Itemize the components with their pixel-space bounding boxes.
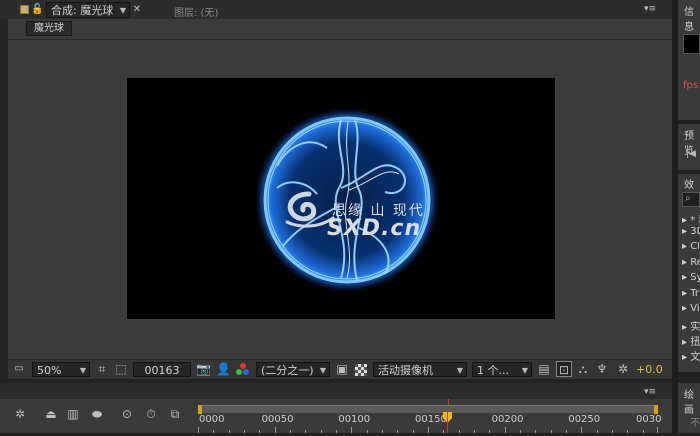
flowchart-icon[interactable]: ♆ [595, 361, 609, 377]
watermark-latin: SXD.cn [327, 216, 422, 241]
chevron-down-icon: ▼ [521, 366, 528, 375]
panel-menu-icon[interactable]: ▾≡ [642, 1, 658, 17]
show-snapshot-icon[interactable]: 👤 [216, 361, 231, 377]
zoom-dropdown[interactable]: 50% ▼ [32, 362, 90, 377]
ruler-label: 00200 [491, 414, 524, 425]
ruler-tick [198, 427, 199, 433]
zoom-value: 50% [37, 364, 62, 377]
region-of-interest-icon[interactable]: ▣ [335, 361, 349, 377]
chevron-down-icon: ▼ [79, 366, 86, 375]
playhead-marker[interactable] [443, 412, 453, 433]
stopwatch-icon[interactable]: ⏱ [142, 406, 160, 424]
draft-3d-icon[interactable]: ⏏ [42, 406, 60, 424]
effects-item-8[interactable]: ▸ 扭 [682, 333, 700, 348]
ruler-tick [351, 427, 353, 433]
exposure-value[interactable]: +0.0 [636, 363, 663, 376]
search-icon: ⌕ [685, 193, 691, 204]
info-color-swatch [683, 34, 700, 54]
ruler-tick [504, 427, 506, 433]
effects-search-field[interactable]: ⌕ [682, 192, 700, 207]
resolution-value: (二分之一) [261, 364, 314, 377]
timeline-panel-menu-icon[interactable]: ▾≡ [642, 384, 658, 398]
always-preview-icon[interactable]: ▭ [12, 361, 26, 377]
work-area-bar[interactable] [198, 405, 658, 414]
first-frame-icon[interactable]: |◀ [684, 146, 698, 162]
chevron-down-icon: ▼ [456, 366, 463, 375]
left-panel-edge [0, 19, 8, 379]
frame-blending-icon[interactable]: ⬬ [88, 406, 106, 424]
work-area-end-handle[interactable] [654, 405, 658, 414]
effects-item-7[interactable]: ▸ 实 [682, 318, 700, 333]
transparency-grid-icon[interactable] [355, 364, 367, 376]
viewer-top-divider [8, 39, 672, 40]
ruler-label: 00050 [261, 414, 294, 425]
playhead-icon [443, 412, 453, 433]
timeline-tab-bar [0, 383, 672, 399]
timeline-icon[interactable]: ⛬ [576, 361, 590, 377]
camera-value: 活动摄像机 [378, 364, 433, 377]
resolution-dropdown[interactable]: (二分之一) ▼ [256, 362, 330, 377]
toggle-pixel-aspect-icon[interactable]: ▤ [537, 361, 551, 377]
views-value: 1 个... [477, 364, 509, 377]
grid-toggle-icon[interactable]: ⌗ [95, 361, 109, 377]
ruler-tick [581, 427, 583, 433]
views-dropdown[interactable]: 1 个... ▼ [472, 362, 532, 377]
composition-canvas[interactable]: 思缘 山 现代 SXD.cn [127, 78, 555, 319]
effects-item-9[interactable]: ▸ 文 [682, 348, 700, 363]
snapshot-camera-icon[interactable]: 📷 [196, 361, 211, 377]
info-fps-label: fps: [683, 80, 700, 91]
close-icon[interactable]: ✕ [131, 2, 143, 17]
chevron-down-icon: ▼ [319, 366, 326, 375]
effects-item-3[interactable]: ▸ Re [682, 257, 700, 268]
effects-item-1[interactable]: ▸ 3D [682, 226, 700, 237]
brush-panel-sub: 不 [690, 418, 700, 429]
timecode-field[interactable]: 00163 [133, 362, 191, 377]
ruler-tick [274, 427, 276, 433]
effects-item-0[interactable]: ▸ * 动 [682, 211, 700, 226]
color-channels-icon[interactable] [236, 363, 250, 377]
ruler-tick [657, 427, 658, 433]
brush-panel-title: 绘画 [684, 390, 694, 416]
hide-shy-layers-icon[interactable]: ▥ [64, 406, 82, 424]
motion-blur-icon[interactable]: ⊙ [118, 406, 136, 424]
graph-editor-icon[interactable]: ⧉ [166, 406, 184, 424]
comp-tab-dropdown-icon[interactable]: ▼ [120, 3, 126, 17]
work-area-start-handle[interactable] [198, 405, 202, 414]
ruler-label: 0030 [636, 414, 662, 425]
magic-orb-image [255, 108, 439, 292]
effects-item-6[interactable]: ▸ Vi [682, 303, 700, 314]
reset-exposure-icon[interactable]: ✲ [616, 361, 630, 377]
ruler-label: 00150 [415, 414, 447, 425]
lock-icon[interactable]: 🔓 [31, 2, 43, 17]
ruler-label: 0000 [199, 414, 225, 425]
fast-preview-icon[interactable]: ⊡ [556, 361, 572, 377]
info-panel-title: 信息 [684, 7, 694, 33]
time-ruler[interactable]: 0000 00050 00100 00150 00200 00250 0030 [198, 414, 662, 433]
ruler-tick [428, 427, 429, 433]
comp-navigator-button[interactable]: 魔光球 [26, 21, 72, 36]
comp-tab-label: 合成: 魔光球 [51, 4, 114, 17]
comp-mini-flowchart-icon[interactable]: ✲ [12, 406, 28, 424]
panel-grip-icon[interactable] [20, 5, 29, 14]
effects-item-5[interactable]: ▸ Tr [682, 288, 699, 299]
layer-tab[interactable]: 图层: (无) [174, 4, 218, 19]
comp-tab[interactable]: 合成: 魔光球 ▼ [46, 2, 130, 18]
ruler-label: 00250 [568, 414, 601, 425]
mask-toggle-icon[interactable]: ⬚ [114, 361, 128, 377]
current-time-line [447, 399, 449, 405]
camera-dropdown[interactable]: 活动摄像机 ▼ [373, 362, 467, 377]
effects-item-2[interactable]: ▸ CI [682, 241, 700, 252]
effects-item-4[interactable]: ▸ Sy [682, 272, 700, 283]
ruler-label: 00100 [338, 414, 371, 425]
